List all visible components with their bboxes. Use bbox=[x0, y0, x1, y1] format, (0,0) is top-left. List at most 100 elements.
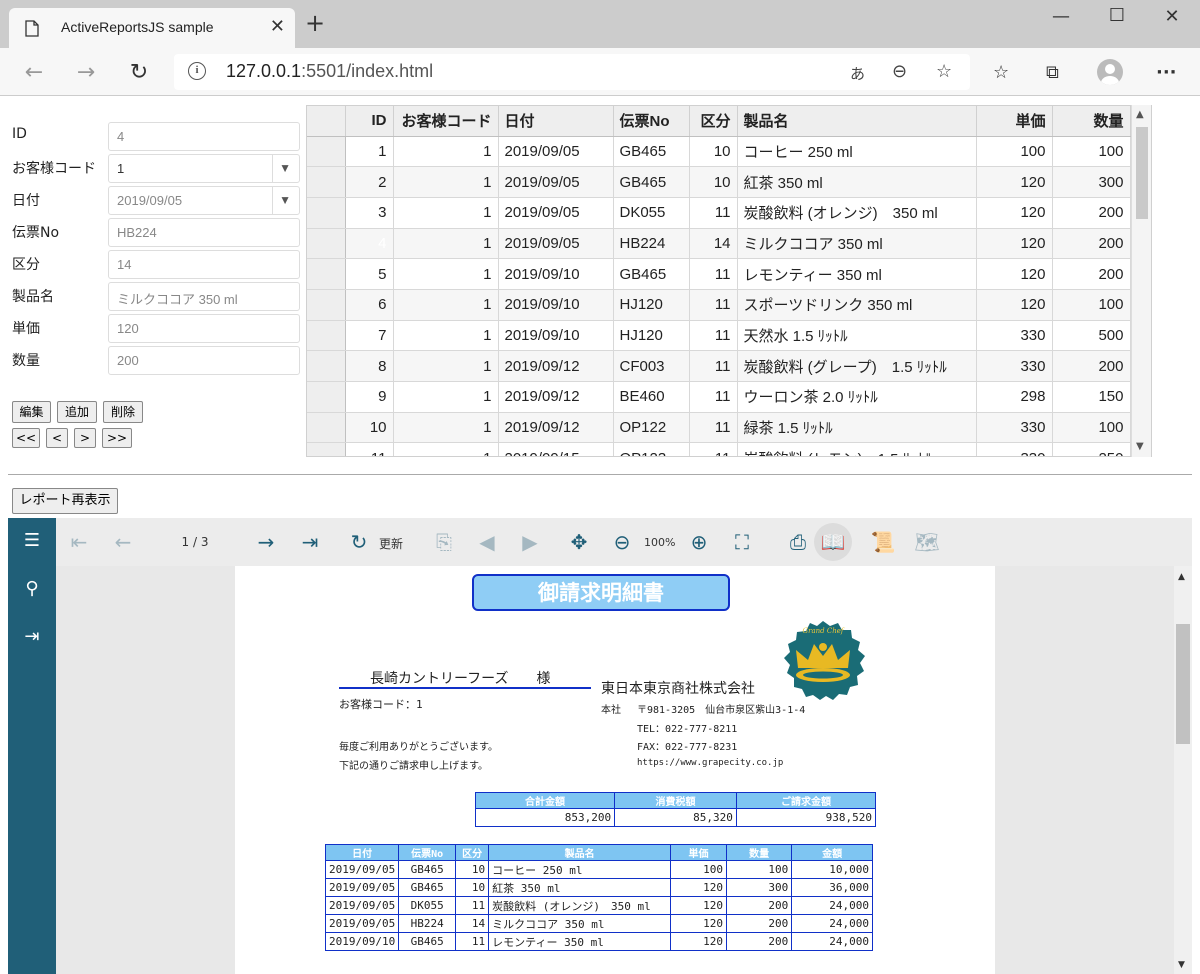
grid-cell[interactable]: 炭酸飲料 (グレープ) 1.5 ﾘｯﾄﾙ bbox=[737, 350, 977, 382]
grid-cell[interactable]: 330 bbox=[976, 442, 1053, 456]
last-record-button[interactable]: >> bbox=[102, 428, 132, 448]
close-window-icon[interactable]: ✕ bbox=[1157, 6, 1187, 27]
grid-cell[interactable]: 11 bbox=[689, 320, 738, 352]
reload-icon[interactable]: ↻ bbox=[125, 58, 153, 86]
slip-no-field[interactable]: HB224 bbox=[108, 218, 300, 247]
zoom-in-icon[interactable]: ⊕ bbox=[686, 530, 712, 554]
scroll-down-icon[interactable]: ▼ bbox=[1136, 441, 1144, 452]
zoom-level[interactable]: 100% bbox=[644, 536, 675, 549]
grid-cell[interactable]: 2019/09/15 bbox=[498, 442, 614, 456]
grid-cell[interactable]: 200 bbox=[1052, 228, 1131, 260]
grid-cell[interactable]: HJ120 bbox=[613, 289, 690, 321]
grid-cell[interactable]: 1 bbox=[393, 442, 499, 456]
grid-cell[interactable]: 200 bbox=[1052, 258, 1131, 290]
grid-cell[interactable]: 2019/09/10 bbox=[498, 289, 614, 321]
row-header[interactable] bbox=[307, 442, 346, 456]
grid-cell[interactable]: 1 bbox=[393, 228, 499, 260]
scroll-up-icon[interactable]: ▲ bbox=[1136, 109, 1144, 120]
next-record-button[interactable]: > bbox=[74, 428, 96, 448]
grid-cell[interactable]: 1 bbox=[393, 197, 499, 229]
grid-cell[interactable]: 300 bbox=[1052, 166, 1131, 198]
unit-price-field[interactable]: 120 bbox=[108, 314, 300, 343]
table-row[interactable]: 9 1 2019/09/12 BE460 11 ウーロン茶 2.0 ﾘｯﾄﾙ 298 150 bbox=[307, 381, 1131, 413]
back-icon[interactable]: ← bbox=[20, 58, 48, 86]
grid-cell[interactable]: 11 bbox=[689, 412, 738, 444]
grid-cell[interactable]: 8 bbox=[345, 350, 394, 382]
grid-cell[interactable]: 5 bbox=[345, 258, 394, 290]
row-header[interactable] bbox=[307, 197, 346, 229]
grid-cell[interactable]: 120 bbox=[976, 166, 1053, 198]
grid-cell[interactable]: 1 bbox=[393, 412, 499, 444]
grid-cell[interactable]: コーヒー 250 ml bbox=[737, 136, 977, 168]
grid-cell[interactable]: 200 bbox=[1052, 197, 1131, 229]
grid-header-cell[interactable]: 単価 bbox=[976, 106, 1053, 137]
next-section-icon[interactable]: ▶ bbox=[517, 530, 543, 554]
grid-cell[interactable]: 2019/09/05 bbox=[498, 197, 614, 229]
grid-cell[interactable]: 天然水 1.5 ﾘｯﾄﾙ bbox=[737, 320, 977, 352]
grid-cell[interactable]: 1 bbox=[393, 289, 499, 321]
grid-cell[interactable]: 3 bbox=[345, 197, 394, 229]
grid-cell[interactable]: 9 bbox=[345, 381, 394, 413]
grid-cell[interactable]: HJ120 bbox=[613, 320, 690, 352]
grid-cell[interactable]: 6 bbox=[345, 289, 394, 321]
galley-mode-icon[interactable]: 🗺 bbox=[914, 530, 940, 554]
row-header[interactable] bbox=[307, 412, 346, 444]
grid-cell[interactable]: 2 bbox=[345, 166, 394, 198]
row-header[interactable] bbox=[307, 136, 346, 168]
table-row[interactable]: 3 1 2019/09/05 DK055 11 炭酸飲料 (オレンジ) 350 ml 120… bbox=[307, 197, 1131, 229]
table-row[interactable]: 1 1 2019/09/05 GB465 10 コーヒー 250 ml 100 100 bbox=[307, 136, 1131, 168]
grid-cell[interactable]: 100 bbox=[1052, 412, 1131, 444]
grid-header-cell[interactable]: 数量 bbox=[1052, 106, 1131, 137]
quantity-field[interactable]: 200 bbox=[108, 346, 300, 375]
grid-cell[interactable]: 11 bbox=[689, 350, 738, 382]
close-tab-icon[interactable]: ✕ bbox=[270, 16, 285, 37]
grid-cell[interactable]: ウーロン茶 2.0 ﾘｯﾄﾙ bbox=[737, 381, 977, 413]
table-row[interactable]: 2 1 2019/09/05 GB465 10 紅茶 350 ml 120 300 bbox=[307, 166, 1131, 198]
grid-cell[interactable]: GB465 bbox=[613, 166, 690, 198]
grid-cell[interactable]: 11 bbox=[689, 197, 738, 229]
grid-cell[interactable]: 500 bbox=[1052, 320, 1131, 352]
new-tab-icon[interactable]: + bbox=[303, 11, 327, 35]
table-row[interactable]: 6 1 2019/09/10 HJ120 11 スポーツドリンク 350 ml 120 100 bbox=[307, 289, 1131, 321]
table-row[interactable]: 1112019/09/15OP12311炭酸飲料 (レモン) 1.5 ﾘｯﾄﾙ3… bbox=[307, 442, 1131, 456]
info-icon[interactable]: i bbox=[188, 62, 206, 80]
minimize-icon[interactable]: — bbox=[1046, 6, 1076, 27]
row-header[interactable] bbox=[307, 258, 346, 290]
category-field[interactable]: 14 bbox=[108, 250, 300, 279]
grid-cell[interactable]: 298 bbox=[976, 381, 1053, 413]
grid-header-cell[interactable]: 日付 bbox=[498, 106, 614, 137]
grid-cell[interactable]: 11 bbox=[689, 258, 738, 290]
first-page-icon[interactable]: ⇤ bbox=[66, 530, 92, 554]
grid-cell[interactable]: 炭酸飲料 (レモン) 1.5 ﾘｯﾄﾙ bbox=[737, 442, 977, 456]
grid-cell[interactable]: 2019/09/10 bbox=[498, 320, 614, 352]
viewer-scroll-up-icon[interactable]: ▲ bbox=[1178, 572, 1185, 582]
grid-cell[interactable]: GB465 bbox=[613, 258, 690, 290]
delete-button[interactable]: 削除 bbox=[103, 401, 143, 423]
grid-cell[interactable]: OP123 bbox=[613, 442, 690, 456]
product-field[interactable]: ミルクココア 350 ml bbox=[108, 282, 300, 311]
viewer-scroll-down-icon[interactable]: ▼ bbox=[1178, 960, 1185, 970]
grid-cell[interactable]: DK055 bbox=[613, 197, 690, 229]
page-indicator[interactable]: 1 / 3 bbox=[170, 535, 220, 549]
grid-cell[interactable]: 2019/09/12 bbox=[498, 412, 614, 444]
fullscreen-icon[interactable]: ⛶ bbox=[729, 530, 755, 554]
grid-cell[interactable]: BE460 bbox=[613, 381, 690, 413]
refresh-label[interactable]: 更新 bbox=[376, 535, 406, 552]
prev-section-icon[interactable]: ◀ bbox=[474, 530, 500, 554]
row-header[interactable] bbox=[307, 289, 346, 321]
single-page-mode-icon[interactable]: 📖 bbox=[820, 530, 846, 554]
search-icon[interactable]: ⚲ bbox=[20, 578, 44, 602]
edit-button[interactable]: 編集 bbox=[12, 401, 51, 423]
grid-header-cell[interactable]: 区分 bbox=[689, 106, 738, 137]
more-icon[interactable]: ··· bbox=[1156, 62, 1177, 83]
viewer-scrollbar[interactable]: ▲ ▼ bbox=[1174, 566, 1192, 974]
data-grid[interactable]: ID お客様コード 日付 伝票No 区分 製品名 単価 数量 1 1 2019/09/05 GB46… bbox=[306, 105, 1152, 457]
grid-cell[interactable]: HB224 bbox=[613, 228, 690, 260]
grid-cell[interactable]: 10 bbox=[689, 166, 738, 198]
grid-cell[interactable]: 1 bbox=[393, 258, 499, 290]
grid-cell[interactable]: 100 bbox=[976, 136, 1053, 168]
grid-scrollbar[interactable]: ▲ ▼ bbox=[1131, 105, 1151, 457]
grid-cell[interactable]: 緑茶 1.5 ﾘｯﾄﾙ bbox=[737, 412, 977, 444]
table-row[interactable]: 7 1 2019/09/10 HJ120 11 天然水 1.5 ﾘｯﾄﾙ 330 500 bbox=[307, 320, 1131, 352]
url-box[interactable]: i 127.0.0.1:5501/index.html あ ⊖ ☆ bbox=[174, 54, 970, 90]
